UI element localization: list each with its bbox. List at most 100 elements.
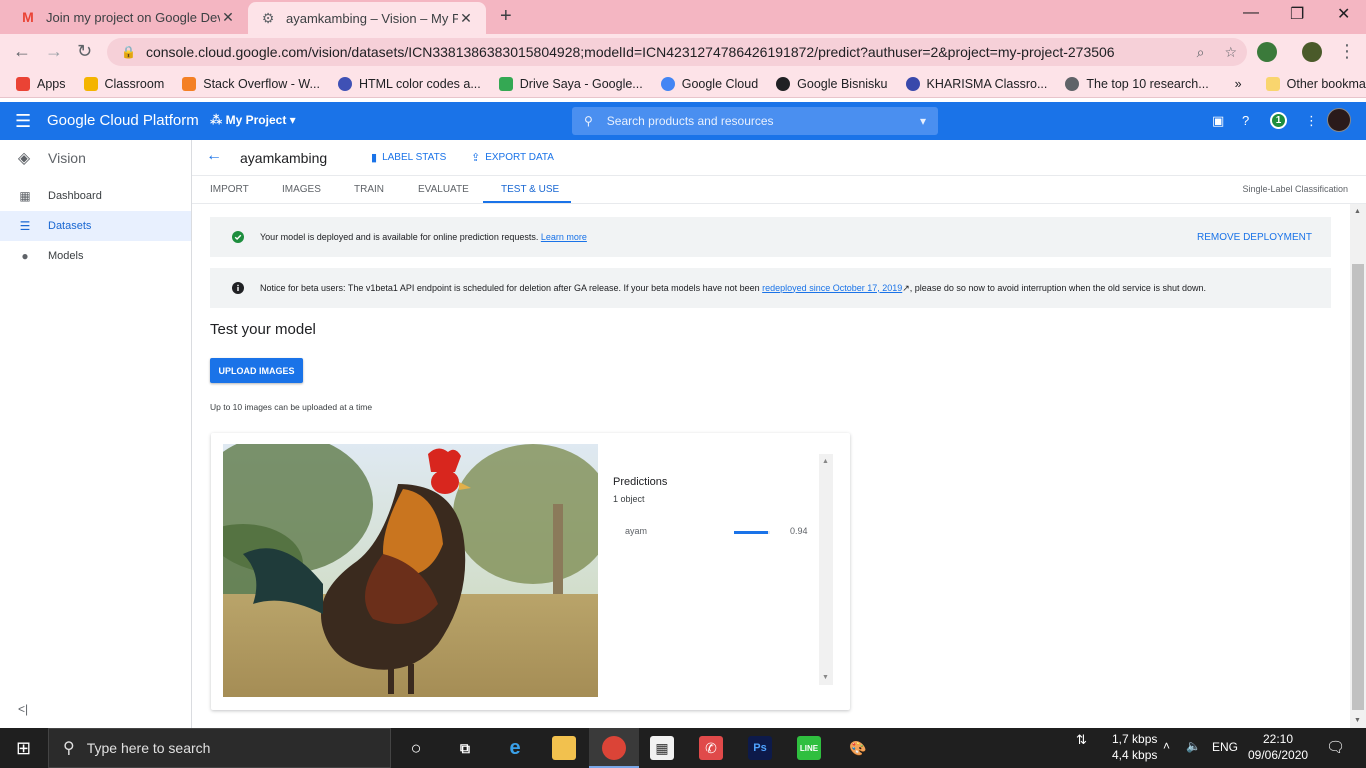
research-icon — [1065, 76, 1080, 91]
product-header: ◈ Vision — [0, 140, 191, 176]
new-tab-button[interactable]: + — [500, 5, 512, 28]
check-circle-icon — [230, 229, 246, 245]
back-icon[interactable]: ← — [13, 41, 31, 62]
reload-icon[interactable]: ↻ — [77, 41, 92, 62]
edge-icon[interactable]: e — [503, 736, 527, 760]
project-selector[interactable]: ⁂ My Project ▾ — [210, 113, 296, 127]
line-icon[interactable]: LINE — [797, 736, 821, 760]
apps-grid-icon — [16, 76, 30, 91]
dashboard-icon: ▦ — [19, 189, 31, 203]
scroll-down-icon[interactable]: ▼ — [822, 674, 829, 681]
address-bar[interactable]: 🔒 console.cloud.google.com/vision/datase… — [107, 38, 1247, 66]
tab-test-and-use[interactable]: TEST & USE — [501, 184, 559, 195]
minimize-icon[interactable]: — — [1243, 4, 1259, 22]
other-bookmarks[interactable]: Other bookmarks — [1265, 76, 1366, 91]
bookmark-kharisma[interactable]: KHARISMA Classro... — [905, 76, 1047, 91]
zoom-icon[interactable]: ⌕ — [1197, 44, 1205, 61]
beta-notice-before: Notice for beta users: The v1beta1 API e… — [260, 282, 763, 293]
net-up-speed: 4,4 kbps — [1112, 748, 1158, 762]
more-bookmarks-button[interactable]: » — [1235, 77, 1242, 91]
prediction-row: ayam 0.94 — [613, 524, 823, 540]
input-language[interactable]: ENG — [1212, 740, 1238, 754]
file-explorer-icon[interactable] — [552, 736, 576, 760]
gcp-brand[interactable]: Google Cloud Platform — [47, 112, 199, 129]
scrollbar-thumb[interactable] — [1352, 264, 1364, 710]
hamburger-menu-icon[interactable]: ☰ — [15, 111, 31, 132]
bookmark-drive[interactable]: Drive Saya - Google... — [498, 76, 643, 91]
tab-evaluate[interactable]: EVALUATE — [418, 184, 469, 195]
taskbar-search-input[interactable]: ⚲ Type here to search — [48, 728, 391, 768]
back-arrow-icon[interactable]: ← — [206, 147, 222, 165]
bookmark-top10[interactable]: The top 10 research... — [1065, 76, 1209, 91]
sidebar-item-datasets[interactable]: ☰ Datasets — [0, 211, 191, 241]
label-stats-button[interactable]: ▮ LABEL STATS — [371, 151, 446, 164]
gcp-icon: ⚙ — [261, 9, 275, 26]
search-input[interactable]: ⚲ Search products and resources ▾ — [572, 107, 938, 135]
bookmark-html-colors[interactable]: HTML color codes a... — [337, 76, 481, 91]
learn-more-link[interactable]: Learn more — [541, 232, 587, 242]
bookmark-classroom[interactable]: Classroom — [83, 76, 164, 91]
windows-taskbar: ⊞ ⚲ Type here to search ○ ⧉ e ▦ ✆ Ps LIN… — [0, 728, 1366, 768]
close-tab-icon[interactable]: ✕ — [458, 10, 474, 27]
browser-menu-icon[interactable]: ⋮ — [1338, 41, 1356, 62]
bookmark-apps[interactable]: Apps — [16, 76, 66, 91]
browser-tab-gmail[interactable]: M Join my project on Google Devel ✕ — [8, 0, 248, 34]
bookmark-google-bisnisku[interactable]: Google Bisnisku — [776, 76, 888, 91]
restore-icon[interactable]: ❐ — [1290, 4, 1304, 24]
collapse-nav-icon[interactable]: <| — [18, 702, 28, 716]
browser-tab-vision[interactable]: ⚙ ayamkambing – Vision – My Proj ✕ — [248, 2, 486, 34]
sidebar-item-models[interactable]: ● Models — [0, 241, 191, 271]
classroom-icon — [83, 76, 98, 91]
notifications-icon[interactable]: 🗨 — [1326, 738, 1345, 756]
clock-time[interactable]: 22:10 — [1263, 732, 1293, 746]
close-window-icon[interactable]: ✕ — [1337, 4, 1350, 24]
redeployed-link[interactable]: redeployed since October 17, 2019 — [762, 283, 902, 293]
bookmark-google-cloud[interactable]: Google Cloud — [660, 76, 758, 91]
task-view-icon[interactable]: ⧉ — [453, 736, 477, 760]
predictions-scrollbar[interactable]: ▲ ▼ — [819, 454, 833, 685]
chevron-down-icon[interactable]: ▾ — [920, 114, 926, 128]
upload-images-button[interactable]: UPLOAD IMAGES — [210, 358, 303, 383]
cloud-shell-icon[interactable]: ▣ — [1212, 113, 1224, 129]
bookmark-star-icon[interactable]: ☆ — [1224, 44, 1237, 61]
help-icon[interactable]: ? — [1242, 113, 1249, 128]
export-data-button[interactable]: ⇪ EXPORT DATA — [471, 151, 554, 164]
chevron-up-icon[interactable]: ˄ — [1163, 739, 1170, 753]
windows-start-icon[interactable]: ⊞ — [16, 738, 31, 759]
scroll-down-icon[interactable]: ▼ — [1354, 717, 1361, 724]
cortana-icon[interactable]: ○ — [404, 736, 428, 760]
clock-date[interactable]: 09/06/2020 — [1248, 748, 1308, 762]
bookmark-label: Google Bisnisku — [797, 76, 888, 91]
extension-icon[interactable] — [1257, 42, 1277, 62]
gmail-icon: M — [22, 9, 34, 25]
tab-train[interactable]: TRAIN — [354, 184, 384, 195]
page-scrollbar[interactable]: ▲ ▼ — [1350, 204, 1366, 728]
account-avatar[interactable] — [1327, 108, 1351, 132]
forward-icon[interactable]: → — [45, 41, 63, 62]
paint-icon[interactable]: 🎨 — [846, 736, 870, 760]
chrome-icon[interactable] — [602, 736, 626, 760]
bookmark-label: Drive Saya - Google... — [519, 76, 643, 91]
remove-deployment-button[interactable]: REMOVE DEPLOYMENT — [1197, 232, 1312, 243]
sidebar-item-dashboard[interactable]: ▦ Dashboard — [0, 181, 191, 211]
tab-import[interactable]: IMPORT — [210, 184, 249, 195]
page-title: Test your model — [210, 321, 316, 338]
drive-icon — [498, 76, 513, 91]
profile-avatar[interactable] — [1302, 42, 1322, 62]
tab-images[interactable]: IMAGES — [282, 184, 321, 195]
notification-badge[interactable]: 1 — [1270, 112, 1287, 129]
predictions-title: Predictions — [613, 476, 668, 488]
photoshop-icon[interactable]: Ps — [748, 736, 772, 760]
whatsapp-icon[interactable]: ✆ — [699, 736, 723, 760]
bookmark-label: Other bookmarks — [1286, 76, 1366, 91]
more-options-icon[interactable]: ⋮ — [1305, 113, 1318, 129]
google-bisnisku-icon — [776, 76, 791, 91]
bookmark-stackoverflow[interactable]: Stack Overflow - W... — [182, 76, 320, 91]
scroll-up-icon[interactable]: ▲ — [1354, 208, 1361, 215]
project-icon: ⁂ — [210, 113, 223, 127]
close-tab-icon[interactable]: ✕ — [220, 9, 236, 26]
volume-icon[interactable]: 🔈 — [1186, 739, 1201, 753]
scroll-up-icon[interactable]: ▲ — [822, 458, 829, 465]
project-name: My Project — [225, 113, 287, 127]
store-icon[interactable]: ▦ — [650, 736, 674, 760]
